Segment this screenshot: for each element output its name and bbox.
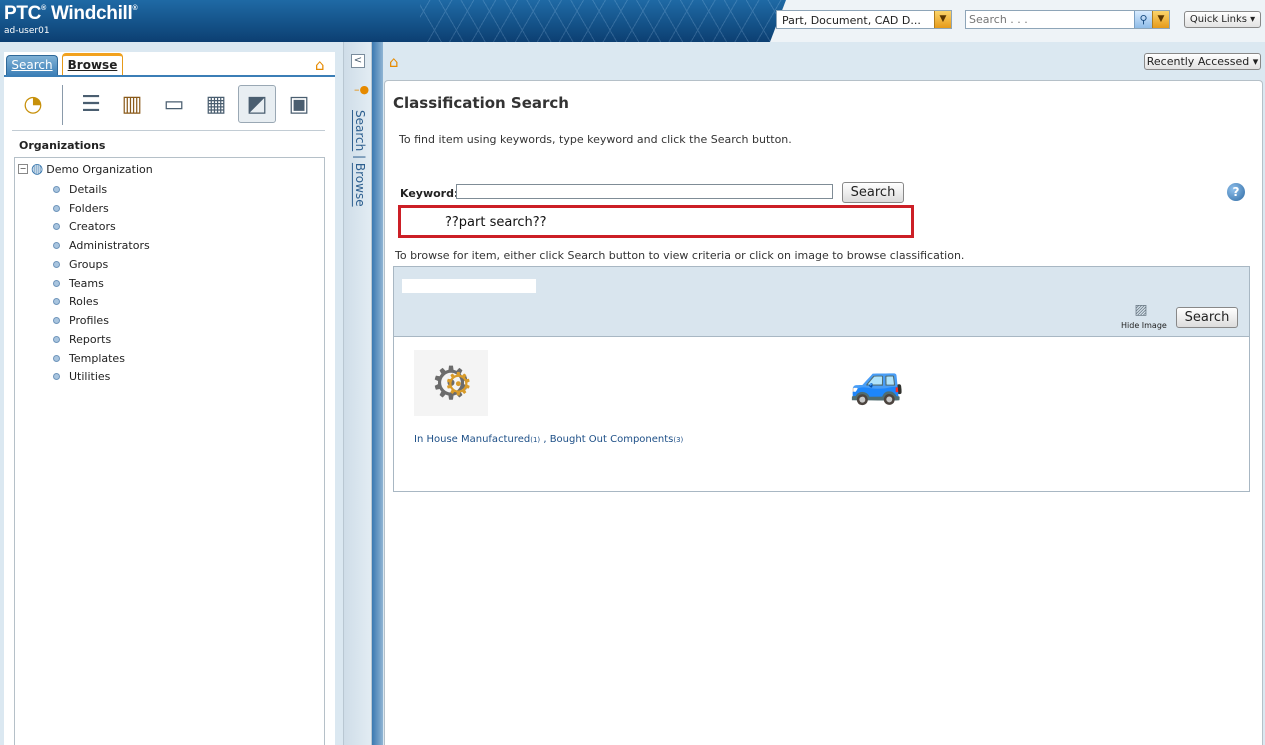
gear-image-icon[interactable]: ⚙ ⚙ xyxy=(414,350,488,416)
current-user: ad-user01 xyxy=(4,26,50,36)
tree-item[interactable]: Utilities xyxy=(53,370,110,383)
bullet-icon xyxy=(53,261,60,268)
page-title: Classification Search xyxy=(393,94,569,112)
search-icon[interactable]: ⚲ xyxy=(1134,11,1152,28)
criteria-field xyxy=(402,279,536,293)
tree-item[interactable]: Details xyxy=(53,183,107,196)
bullet-icon xyxy=(53,298,60,305)
annotation-box: ??part search?? xyxy=(398,205,914,238)
tree-item-label[interactable]: Teams xyxy=(69,277,104,290)
bullet-icon xyxy=(53,205,60,212)
tree-item[interactable]: Reports xyxy=(53,333,111,346)
car-image-icon[interactable]: 🚙 xyxy=(840,350,914,414)
tab-browse[interactable]: Browse xyxy=(62,53,123,75)
vertical-search-link[interactable]: Search xyxy=(353,110,367,151)
tree-item-label[interactable]: Reports xyxy=(69,333,111,346)
tree-item[interactable]: Groups xyxy=(53,258,108,271)
classification-icon[interactable]: ◩ xyxy=(238,85,276,123)
object-type-value: Part, Document, CAD D... xyxy=(782,14,921,27)
tree-item[interactable]: Teams xyxy=(53,277,104,290)
bullet-icon xyxy=(53,280,60,287)
vertical-navigator-label: Search | Browse xyxy=(347,110,367,220)
pin-icon[interactable]: –● xyxy=(354,83,369,96)
tree-item[interactable]: Administrators xyxy=(53,239,150,252)
tree-item[interactable]: Roles xyxy=(53,295,98,308)
bullet-icon xyxy=(53,242,60,249)
tree-root-label[interactable]: Demo Organization xyxy=(46,163,153,176)
in-house-manufactured-link[interactable]: In House Manufactured xyxy=(414,434,530,445)
annotation-text: ??part search?? xyxy=(445,215,547,230)
vertical-divider: | xyxy=(353,151,367,163)
result-count: (1) xyxy=(530,436,541,444)
global-search: ⚲ ▼ xyxy=(965,10,1170,29)
tree-root[interactable]: − ◍ Demo Organization xyxy=(18,161,153,177)
bought-out-components-link[interactable]: Bought Out Components xyxy=(550,434,674,445)
tree-item-label[interactable]: Creators xyxy=(69,220,116,233)
tree-item-label[interactable]: Roles xyxy=(69,295,98,308)
home-icon[interactable]: ⌂ xyxy=(315,56,325,74)
gear-small-icon: ⚙ xyxy=(444,365,473,403)
home-icon[interactable]: ⌂ xyxy=(389,53,399,71)
content-edge-bar xyxy=(372,42,383,745)
library-icon[interactable]: ▥ xyxy=(117,86,147,122)
tree-item[interactable]: Profiles xyxy=(53,314,109,327)
header-pattern xyxy=(420,0,800,42)
tree-item-label[interactable]: Profiles xyxy=(69,314,109,327)
tab-search[interactable]: Search xyxy=(6,55,58,76)
keyword-search-button[interactable]: Search xyxy=(842,182,904,203)
tree-item-label[interactable]: Utilities xyxy=(69,370,110,383)
quick-links-button[interactable]: Quick Links ▾ xyxy=(1184,11,1261,28)
collapse-icon[interactable]: − xyxy=(18,164,28,174)
vertical-browse-link[interactable]: Browse xyxy=(353,163,367,207)
tree-item-label[interactable]: Administrators xyxy=(69,239,150,252)
bullet-icon xyxy=(53,373,60,380)
bullet-icon xyxy=(53,186,60,193)
recent-clock-icon[interactable]: ◔ xyxy=(18,86,48,122)
tab-underline xyxy=(4,75,335,77)
chevron-down-icon[interactable]: ▼ xyxy=(1152,11,1169,28)
hide-image-label[interactable]: Hide Image xyxy=(1121,321,1167,330)
browse-instruction: To browse for item, either click Search … xyxy=(395,249,965,262)
toolbar-separator xyxy=(12,130,325,131)
bullet-icon xyxy=(53,355,60,362)
tree-item-label[interactable]: Folders xyxy=(69,202,109,215)
bullet-icon xyxy=(53,223,60,230)
classification-links: In House Manufactured(1) , Bought Out Co… xyxy=(414,434,683,445)
classification-results xyxy=(393,337,1250,492)
tree-item[interactable]: Creators xyxy=(53,220,116,233)
bullet-icon xyxy=(53,317,60,324)
tree-item-label[interactable]: Groups xyxy=(69,258,108,271)
chevron-down-icon[interactable]: ▼ xyxy=(934,11,951,28)
help-icon[interactable]: ? xyxy=(1227,183,1245,201)
result-separator: , xyxy=(540,434,550,445)
tree-item-label[interactable]: Details xyxy=(69,183,107,196)
tables-icon[interactable]: ▦ xyxy=(201,86,231,122)
organization-tree: − ◍ Demo Organization Details Folders Cr… xyxy=(14,157,325,745)
lists-icon[interactable]: ☰ xyxy=(76,86,106,122)
clipboard-icon[interactable]: ▭ xyxy=(159,86,189,122)
collapse-left-icon[interactable]: < xyxy=(351,54,365,68)
recently-accessed-button[interactable]: Recently Accessed ▾ xyxy=(1144,53,1261,70)
brand-logo: PTC® Windchill® xyxy=(4,3,138,24)
hide-image-icon[interactable]: ▨ xyxy=(1130,302,1152,320)
result-count: (3) xyxy=(673,436,684,444)
tree-item[interactable]: Folders xyxy=(53,202,109,215)
keyword-label: Keyword: xyxy=(400,187,459,200)
object-type-select[interactable]: Part, Document, CAD D... ▼ xyxy=(776,10,952,29)
keyword-input[interactable] xyxy=(456,184,833,199)
global-search-input[interactable] xyxy=(969,12,1129,26)
bullet-icon xyxy=(53,336,60,343)
tree-item[interactable]: Templates xyxy=(53,352,125,365)
keyword-instruction: To find item using keywords, type keywor… xyxy=(399,133,792,146)
organization-icon: ◍ xyxy=(31,161,44,177)
organizations-heading: Organizations xyxy=(19,139,106,152)
product-icon[interactable]: ▣ xyxy=(284,86,314,122)
criteria-search-button[interactable]: Search xyxy=(1176,307,1238,328)
toolbar-divider xyxy=(62,85,63,125)
tree-item-label[interactable]: Templates xyxy=(69,352,125,365)
